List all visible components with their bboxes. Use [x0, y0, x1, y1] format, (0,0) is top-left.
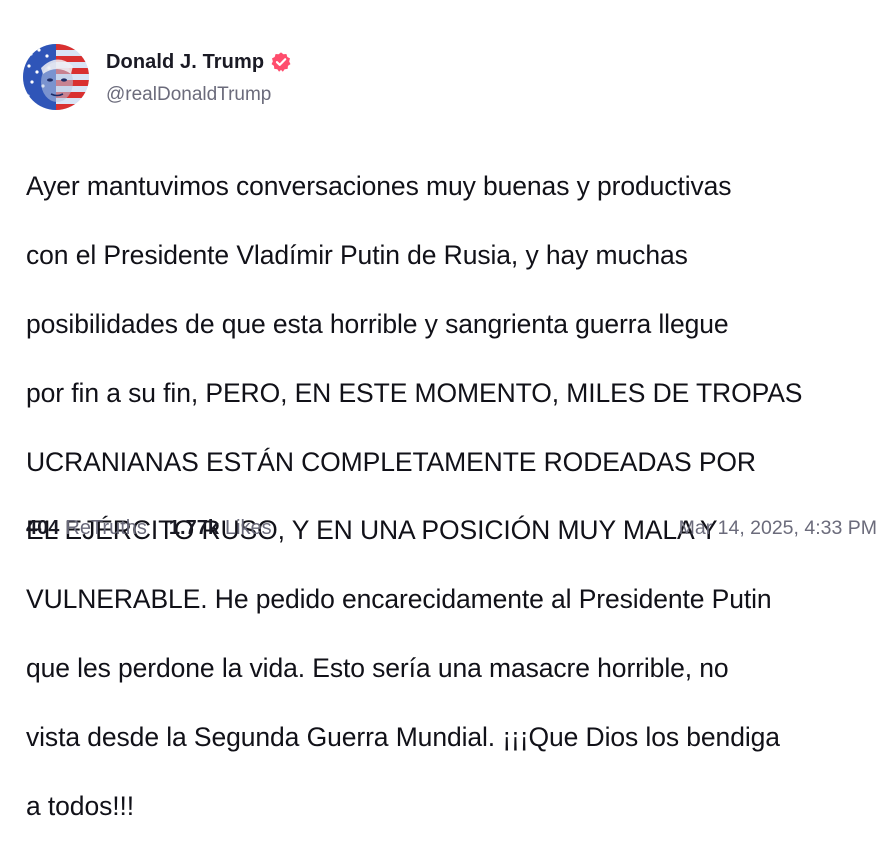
likes-label: Likes: [224, 516, 272, 539]
verified-badge-icon: [270, 51, 292, 73]
post-line: VULNERABLE. He pedido encarecidamente al…: [26, 584, 772, 615]
post-line: UCRANIANAS ESTÁN COMPLETAMENTE RODEADAS …: [26, 446, 756, 477]
post-line: vista desde la Segunda Guerra Mundial. ¡…: [26, 721, 780, 752]
author-identity: Donald J. Trump @realDonaldTrump: [106, 50, 292, 106]
post-line: Ayer mantuvimos conversaciones muy buena…: [26, 171, 732, 202]
truth-post: Donald J. Trump @realDonaldTrump Ayer ma…: [0, 0, 895, 821]
author-handle[interactable]: @realDonaldTrump: [106, 84, 292, 106]
retruths-count: 404: [26, 516, 60, 539]
author-display-name[interactable]: Donald J. Trump: [106, 51, 264, 74]
post-line: a todos!!!: [26, 790, 135, 821]
likes-stat[interactable]: 1.77k Likes: [169, 517, 272, 540]
retruths-label: ReTruths: [65, 516, 147, 539]
post-header: Donald J. Trump @realDonaldTrump: [23, 44, 292, 110]
retruths-stat[interactable]: 404 ReTruths: [26, 517, 147, 540]
post-line: con el Presidente Vladímir Putin de Rusi…: [26, 240, 688, 271]
post-line: posibilidades de que esta horrible y san…: [26, 309, 729, 340]
avatar-image: [23, 44, 89, 110]
post-body: Ayer mantuvimos conversaciones muy buena…: [26, 135, 876, 858]
engagement-stats: 404 ReTruths 1.77k Likes: [26, 517, 294, 540]
post-line: que les perdone la vida. Esto sería una …: [26, 653, 729, 684]
post-timestamp[interactable]: Mar 14, 2025, 4:33 PM: [679, 517, 877, 540]
avatar[interactable]: [23, 44, 89, 110]
likes-count: 1.77k: [168, 516, 219, 539]
name-row: Donald J. Trump: [106, 50, 292, 74]
post-footer: 404 ReTruths 1.77k Likes Mar 14, 2025, 4…: [26, 513, 877, 543]
post-line: por fin a su fin, PERO, EN ESTE MOMENTO,…: [26, 377, 803, 408]
